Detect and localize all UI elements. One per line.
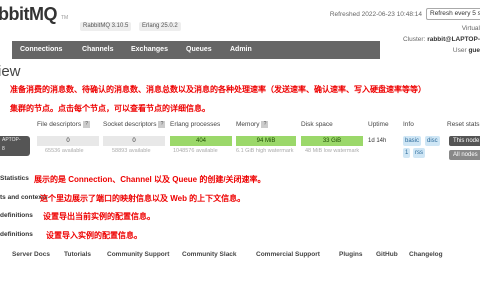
tab-queues[interactable]: Queues <box>186 41 212 59</box>
disk-space-watermark: 48 MiB low watermark <box>305 148 360 154</box>
refreshed-timestamp: Refreshed 2022-06-23 10:48:14 <box>329 11 422 18</box>
footer-link-commercial-support[interactable]: Commercial Support <box>256 251 320 258</box>
footer-link-community-slack[interactable]: Community Slack <box>182 251 237 258</box>
file-descriptors-available: 65536 available <box>45 148 84 154</box>
logo-trademark: TM <box>61 15 69 21</box>
cluster-label: Cluster: <box>402 36 426 43</box>
socket-descriptors-value: 0 <box>103 136 165 146</box>
header-file-descriptors: File descriptors? <box>37 119 91 130</box>
footer-link-changelog[interactable]: Changelog <box>409 251 443 258</box>
page-title: iew <box>0 63 21 80</box>
user-info: User gue <box>453 47 480 54</box>
cluster-value: rabbit@LAPTOP- <box>427 36 480 43</box>
help-icon[interactable]: ? <box>158 120 166 128</box>
erlang-processes-value: 404 <box>170 136 232 146</box>
help-icon[interactable]: ? <box>83 120 91 128</box>
refresh-interval-select[interactable]: Refresh every 5 s <box>426 8 480 20</box>
tab-exchanges[interactable]: Exchanges <box>131 41 168 59</box>
header-disk-space: Disk space <box>301 121 333 128</box>
tab-admin[interactable]: Admin <box>230 41 252 59</box>
user-label: User <box>452 47 467 54</box>
rabbitmq-version-badge: RabbitMQ 3.10.5 <box>80 22 132 31</box>
erlang-processes-available: 1048576 available <box>173 148 218 154</box>
info-tag-count: 1 <box>403 148 411 158</box>
footer-link-server-docs[interactable]: Server Docs <box>12 251 50 258</box>
footer-link-community-support[interactable]: Community Support <box>107 251 169 258</box>
annotation-churn: 展示的是 Connection、Channel 以及 Queue 的创建/关闭速… <box>34 175 266 184</box>
uptime-value: 1d 14h <box>368 138 387 144</box>
annotation-export: 设置导出当前实例的配置信息。 <box>43 212 155 221</box>
help-icon[interactable]: ? <box>261 120 269 128</box>
annotation-queued-messages: 准备消费的消息数、待确认的消息数、消息总数以及消息的各种处理速率（发送速率、确认… <box>10 85 426 94</box>
info-tag-basic: basic <box>403 136 422 146</box>
disk-space-value: 33 GiB <box>301 136 363 146</box>
section-churn-statistics[interactable]: Statistics <box>0 175 29 182</box>
section-import-definitions[interactable]: definitions <box>0 231 33 238</box>
footer-link-github[interactable]: GitHub <box>376 251 398 258</box>
rabbitmq-logo: bbitMQ <box>0 4 57 24</box>
header-socket-descriptors: Socket descriptors? <box>103 119 166 130</box>
annotation-nodes: 集群的节点。点击每个节点，可以查看节点的详细信息。 <box>10 104 210 113</box>
header-uptime: Uptime <box>368 121 389 128</box>
tab-connections[interactable]: Connections <box>20 41 62 59</box>
annotation-import: 设置导入实例的配置信息。 <box>46 231 142 240</box>
header-info: Info <box>403 121 414 128</box>
virtual-host-label: Virtual <box>461 25 480 32</box>
reset-this-node-button[interactable]: This node <box>449 136 480 146</box>
socket-descriptors-available: 58893 available <box>112 148 151 154</box>
info-tag-disc: disc <box>425 136 440 146</box>
footer-link-plugins[interactable]: Plugins <box>339 251 362 258</box>
header-memory: Memory? <box>236 119 269 130</box>
annotation-ports: 这个里边展示了端口的映射信息以及 Web 的上下文信息。 <box>40 194 246 203</box>
footer-link-tutorials[interactable]: Tutorials <box>64 251 91 258</box>
tab-overview[interactable] <box>0 41 12 59</box>
user-value: gue <box>468 47 480 54</box>
header-reset-stats: Reset stats <box>447 121 480 128</box>
erlang-version-badge: Erlang 25.0.2 <box>139 22 181 31</box>
section-export-definitions[interactable]: definitions <box>0 212 33 219</box>
memory-value: 94 MiB <box>236 136 296 146</box>
info-tag-rss: rss <box>413 148 425 158</box>
memory-watermark: 6.1 GiB high watermark <box>236 148 294 154</box>
reset-all-nodes-button[interactable]: All nodes <box>449 150 480 160</box>
node-name-link[interactable]: APTOP- 8 <box>0 136 30 156</box>
cluster-info: Cluster: rabbit@LAPTOP- <box>403 36 480 43</box>
tab-channels[interactable]: Channels <box>82 41 114 59</box>
header-erlang-processes: Erlang processes <box>170 121 221 128</box>
file-descriptors-value: 0 <box>37 136 99 146</box>
